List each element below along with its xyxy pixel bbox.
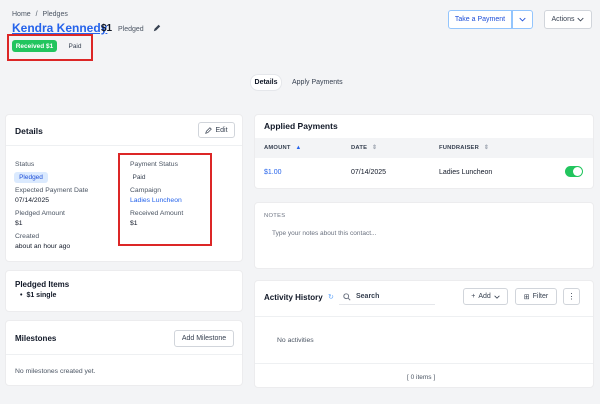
- edit-pencil-icon[interactable]: [153, 24, 161, 32]
- notes-input[interactable]: Type your notes about this contact...: [272, 230, 376, 237]
- payment-amount-link[interactable]: $1.00: [264, 169, 282, 176]
- chevron-down-icon: [494, 295, 500, 299]
- breadcrumb: Home / Pledges: [12, 11, 68, 18]
- add-activity-button[interactable]: + Add: [463, 288, 508, 305]
- created-value: about an hour ago: [15, 243, 71, 250]
- column-header-date-label: DATE: [351, 145, 368, 151]
- add-milestone-label: Add Milestone: [181, 335, 227, 342]
- pledge-status-text: Pledged: [118, 26, 144, 33]
- filter-label: Filter: [532, 293, 549, 300]
- pledged-item: • $1 single: [20, 292, 56, 299]
- search-field[interactable]: Search: [339, 289, 435, 305]
- column-header-amount[interactable]: AMOUNT ▲: [264, 145, 301, 151]
- highlight-box-header: [7, 34, 93, 61]
- activity-footer-divider: [255, 363, 593, 364]
- tab-apply-payments[interactable]: Apply Payments: [292, 79, 343, 86]
- contact-name-link[interactable]: Kendra Kennedy: [12, 21, 107, 35]
- table-row: $1.00 07/14/2025 Ladies Luncheon: [255, 161, 593, 185]
- pledged-items-title: Pledged Items: [15, 280, 70, 289]
- take-payment-button[interactable]: Take a Payment: [448, 10, 512, 29]
- pledged-items-card: Pledged Items • $1 single: [5, 270, 243, 312]
- activity-history-card: Activity History ↻ Search + Add ⊞ Filter…: [254, 280, 594, 388]
- activity-history-title: Activity History: [264, 293, 323, 302]
- milestones-card: Milestones Add Milestone No milestones c…: [5, 320, 243, 386]
- more-options-button[interactable]: ⋮: [563, 288, 580, 305]
- applied-toggle[interactable]: [565, 166, 583, 177]
- payment-date: 07/14/2025: [351, 169, 387, 176]
- notes-label: NOTES: [264, 213, 286, 219]
- chevron-down-icon: [577, 17, 585, 22]
- activity-empty: No activities: [277, 337, 314, 344]
- filter-icon: ⊞: [523, 293, 530, 301]
- column-header-amount-label: AMOUNT: [264, 145, 291, 151]
- status-badge: Pledged: [14, 172, 48, 183]
- plus-icon: +: [471, 293, 476, 300]
- status-label: Status: [15, 161, 35, 168]
- refresh-icon[interactable]: ↻: [328, 293, 334, 301]
- actions-label: Actions: [551, 16, 575, 23]
- column-header-fundraiser[interactable]: FUNDRAISER ⇕: [439, 145, 489, 151]
- sort-asc-icon: ▲: [295, 145, 302, 151]
- toggle-knob: [573, 167, 582, 176]
- take-payment-dropdown-button[interactable]: [512, 10, 533, 29]
- breadcrumb-home[interactable]: Home: [12, 11, 31, 18]
- applied-payments-card: Applied Payments AMOUNT ▲ DATE ⇕ FUNDRAI…: [254, 114, 594, 189]
- payment-fundraiser: Ladies Luncheon: [439, 169, 493, 176]
- edit-label: Edit: [215, 126, 228, 134]
- activity-item-count: [ 0 items ]: [407, 374, 436, 381]
- bullet: •: [20, 292, 23, 299]
- search-input[interactable]: Search: [356, 293, 379, 300]
- applied-payments-title: Applied Payments: [264, 121, 338, 131]
- tab-details-label: Details: [254, 79, 278, 86]
- filter-button[interactable]: ⊞ Filter: [515, 288, 557, 305]
- pencil-icon: [205, 126, 213, 134]
- milestones-divider: [6, 354, 242, 355]
- sort-icon: ⇕: [483, 145, 489, 151]
- highlight-box-details: [118, 153, 212, 246]
- notes-card: NOTES Type your notes about this contact…: [254, 202, 594, 269]
- milestones-title: Milestones: [15, 334, 57, 343]
- add-activity-label: Add: [478, 293, 491, 300]
- details-card: Details Edit Status Pledged Expected Pay…: [5, 114, 243, 262]
- pledged-amount-value: $1: [15, 220, 23, 227]
- column-header-fundraiser-label: FUNDRAISER: [439, 145, 480, 151]
- chevron-down-icon: [519, 17, 526, 22]
- details-divider: [6, 145, 242, 146]
- column-header-date[interactable]: DATE ⇕: [351, 145, 377, 151]
- tab-details[interactable]: Details: [250, 74, 282, 91]
- activity-divider: [255, 316, 593, 317]
- pledge-amount: $1: [101, 23, 113, 34]
- pledged-amount-label: Pledged Amount: [15, 210, 65, 217]
- expected-date-label: Expected Payment Date: [15, 187, 89, 194]
- add-milestone-button[interactable]: Add Milestone: [174, 330, 234, 347]
- milestones-empty: No milestones created yet.: [15, 368, 96, 375]
- breadcrumb-current: Pledges: [42, 11, 68, 18]
- table-header: [255, 138, 593, 158]
- sort-icon: ⇕: [371, 145, 378, 151]
- created-label: Created: [15, 233, 40, 240]
- edit-details-button[interactable]: Edit: [198, 122, 235, 138]
- breadcrumb-separator: /: [35, 11, 38, 18]
- search-icon: [343, 293, 351, 301]
- actions-button[interactable]: Actions: [544, 10, 592, 29]
- take-payment-label: Take a Payment: [454, 16, 506, 23]
- expected-date-value: 07/14/2025: [15, 197, 50, 204]
- pledged-item-label: $1 single: [26, 292, 57, 299]
- details-card-title: Details: [15, 126, 43, 136]
- kebab-icon: ⋮: [567, 291, 576, 301]
